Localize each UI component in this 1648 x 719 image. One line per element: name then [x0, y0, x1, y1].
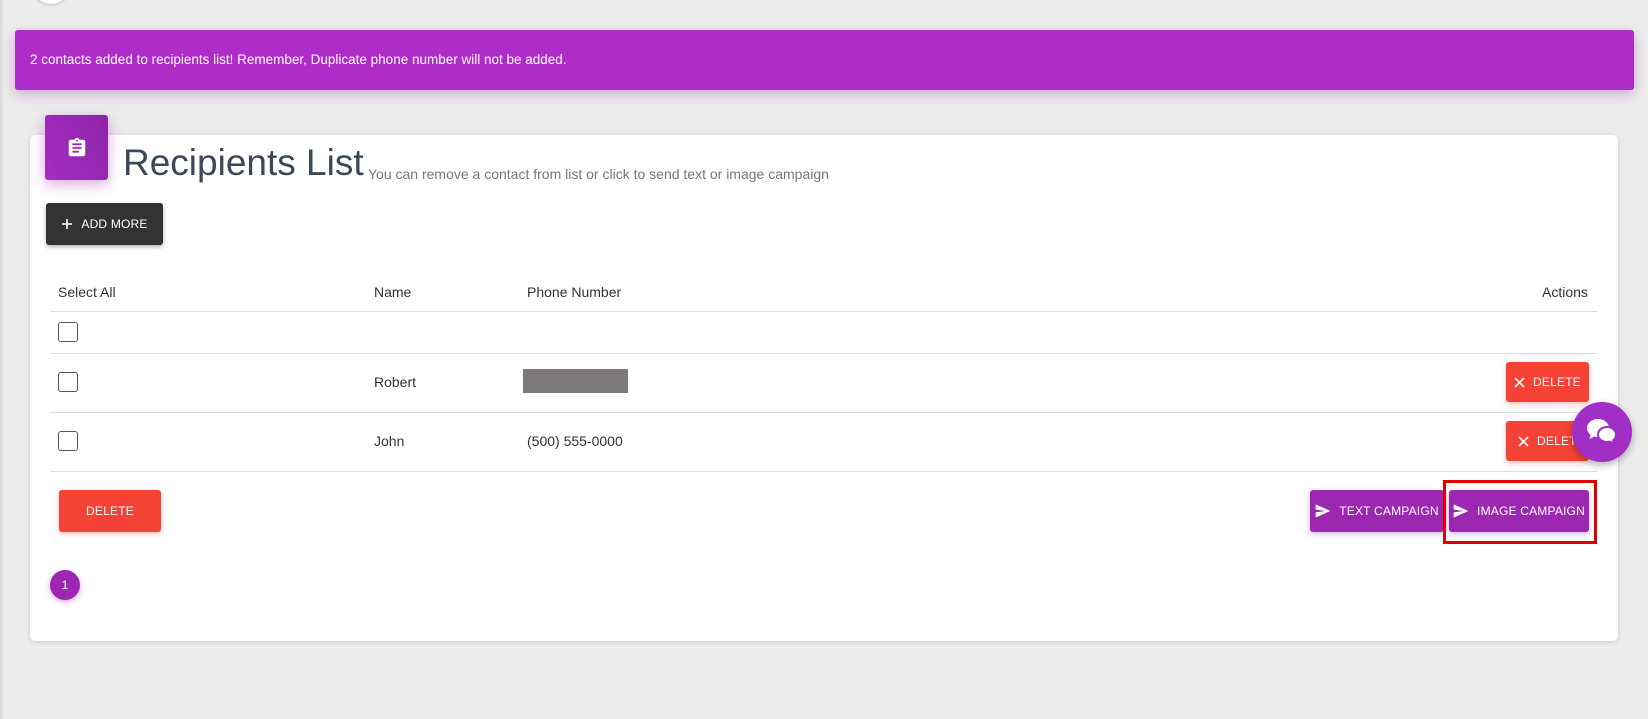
plus-icon	[62, 219, 73, 229]
page-title: Recipients List	[123, 142, 364, 183]
chat-button[interactable]	[1572, 402, 1632, 462]
delete-row-label: DELET	[1537, 434, 1577, 448]
table-cell-name: John	[374, 433, 405, 449]
select-all-checkbox[interactable]	[58, 322, 78, 342]
add-more-label: ADD MORE	[81, 217, 148, 231]
send-icon	[1315, 504, 1331, 518]
table-divider	[50, 471, 1597, 472]
highlight-box	[1443, 480, 1597, 544]
delete-row-label: DELETE	[1533, 375, 1581, 389]
table-divider	[50, 353, 1597, 354]
clipboard-icon	[68, 137, 85, 156]
close-icon	[1518, 435, 1529, 447]
recipients-card	[30, 135, 1618, 641]
bulk-delete-label: DELETE	[86, 504, 134, 518]
add-more-button[interactable]: ADD MORE	[46, 203, 163, 245]
notification-message: 2 contacts added to recipients list! Rem…	[30, 52, 567, 67]
row-checkbox-robert[interactable]	[58, 372, 78, 392]
card-header-icon	[45, 115, 108, 180]
pagination-page-1[interactable]: 1	[50, 570, 80, 600]
table-cell-name: Robert	[374, 374, 417, 390]
chat-bubbles-icon	[1587, 419, 1618, 447]
delete-row-button[interactable]: DELETE	[1506, 362, 1589, 402]
name-header: Name	[374, 284, 412, 300]
table-cell-phone: (500) 555-0000	[527, 433, 623, 449]
select-all-header[interactable]: Select All	[58, 284, 116, 300]
sidebar-edge	[0, 0, 4, 719]
row-checkbox-john[interactable]	[58, 431, 78, 451]
table-divider	[50, 412, 1597, 413]
close-icon	[1514, 376, 1525, 388]
table-divider	[50, 311, 1597, 312]
phone-header: Phone Number	[527, 284, 622, 300]
redacted-phone	[523, 369, 628, 393]
text-campaign-label: TEXT CAMPAIGN	[1339, 504, 1439, 518]
page-subtitle: You can remove a contact from list or cl…	[368, 166, 829, 182]
top-avatar-circle[interactable]	[34, 0, 68, 4]
bulk-delete-button[interactable]: DELETE	[59, 490, 161, 532]
notification-banner: 2 contacts added to recipients list! Rem…	[15, 30, 1634, 90]
actions-header: Actions	[1542, 284, 1588, 300]
text-campaign-button[interactable]: TEXT CAMPAIGN	[1310, 490, 1444, 532]
